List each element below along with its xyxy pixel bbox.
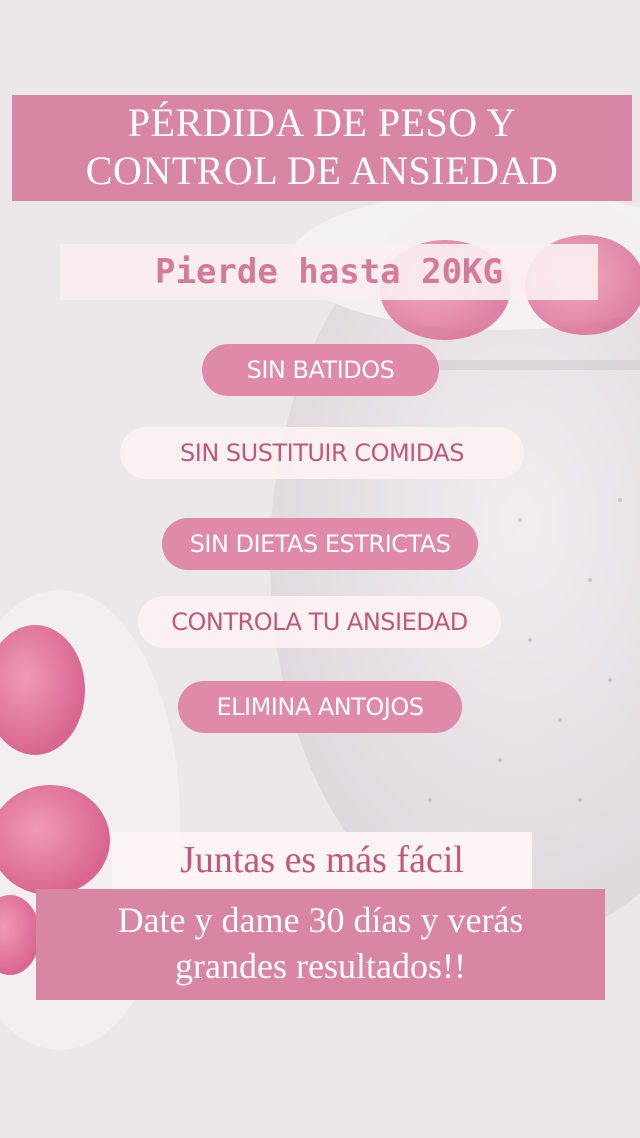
benefit-pill-4: CONTROLA TU ANSIEDAD [138, 596, 501, 648]
tagline: Juntas es más fácil [112, 832, 532, 890]
subtitle: Pierde hasta 20KG [60, 244, 598, 300]
closing-line-2: grandes resultados!! [175, 946, 466, 986]
page-title: PÉRDIDA DE PESO Y CONTROL DE ANSIEDAD [12, 95, 632, 201]
closing-line-1: Date y dame 30 días y verás [117, 900, 524, 940]
title-line-2: CONTROL DE ANSIEDAD [85, 148, 559, 193]
benefit-pill-3: SIN DIETAS ESTRICTAS [162, 518, 478, 570]
title-line-1: PÉRDIDA DE PESO Y [127, 100, 517, 145]
benefit-pill-5: ELIMINA ANTOJOS [178, 681, 462, 733]
closing-message: Date y dame 30 días y verás grandes resu… [36, 889, 605, 1000]
benefit-pill-1: SIN BATIDOS [202, 344, 439, 396]
benefit-pill-2: SIN SUSTITUIR COMIDAS [120, 427, 524, 479]
